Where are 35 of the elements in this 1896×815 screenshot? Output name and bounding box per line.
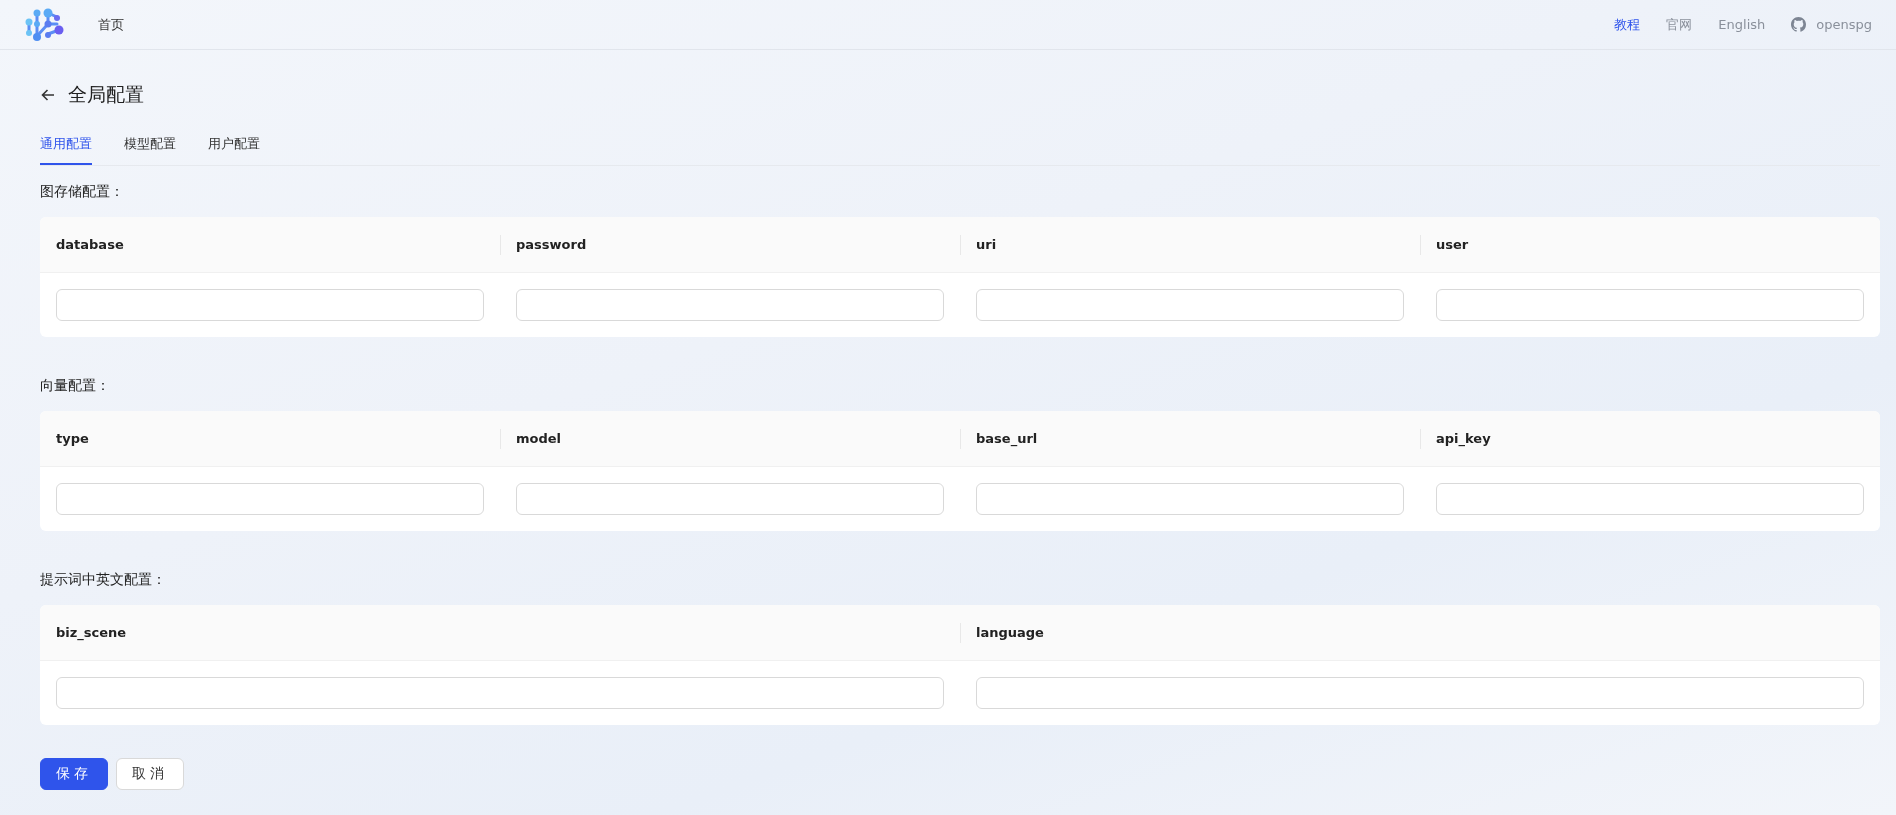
column-header: uri (960, 217, 1420, 273)
section-title: 提示词中英文配置： (40, 571, 167, 589)
tab[interactable]: 通用配置 (40, 126, 92, 165)
input-field[interactable] (976, 677, 1864, 709)
column-header: base_url (960, 411, 1420, 467)
input-field[interactable] (1436, 289, 1864, 321)
column-header: language (960, 605, 1880, 661)
input-field[interactable] (516, 483, 944, 515)
nav-link[interactable]: 官网 (1666, 15, 1693, 34)
input-field[interactable] (516, 289, 944, 321)
nav-link[interactable]: openspg (1816, 17, 1872, 32)
column-header: type (40, 411, 500, 467)
tab[interactable]: 用户配置 (208, 126, 260, 165)
column-header: biz_scene (40, 605, 960, 661)
input-field[interactable] (56, 289, 484, 321)
page-title: 全局配置 (68, 82, 144, 107)
input-field[interactable] (56, 677, 944, 709)
column-header: model (500, 411, 960, 467)
input-field[interactable] (1436, 483, 1864, 515)
input-field[interactable] (976, 483, 1404, 515)
tab[interactable]: 模型配置 (124, 126, 176, 165)
back-arrow-icon[interactable] (40, 87, 56, 103)
column-header: api_key (1420, 411, 1880, 467)
cancel-button[interactable]: 取消 (116, 758, 184, 790)
save-button[interactable]: 保存 (40, 758, 108, 790)
section-title: 图存储配置： (40, 183, 125, 201)
column-header: password (500, 217, 960, 273)
input-field[interactable] (976, 289, 1404, 321)
input-field[interactable] (56, 483, 484, 515)
nav-link[interactable]: 教程 (1614, 15, 1641, 34)
column-header: database (40, 217, 500, 273)
github-icon[interactable] (1791, 17, 1807, 32)
section-title: 向量配置： (40, 377, 111, 395)
home-link[interactable]: 首页 (98, 15, 124, 34)
column-header: user (1420, 217, 1880, 273)
